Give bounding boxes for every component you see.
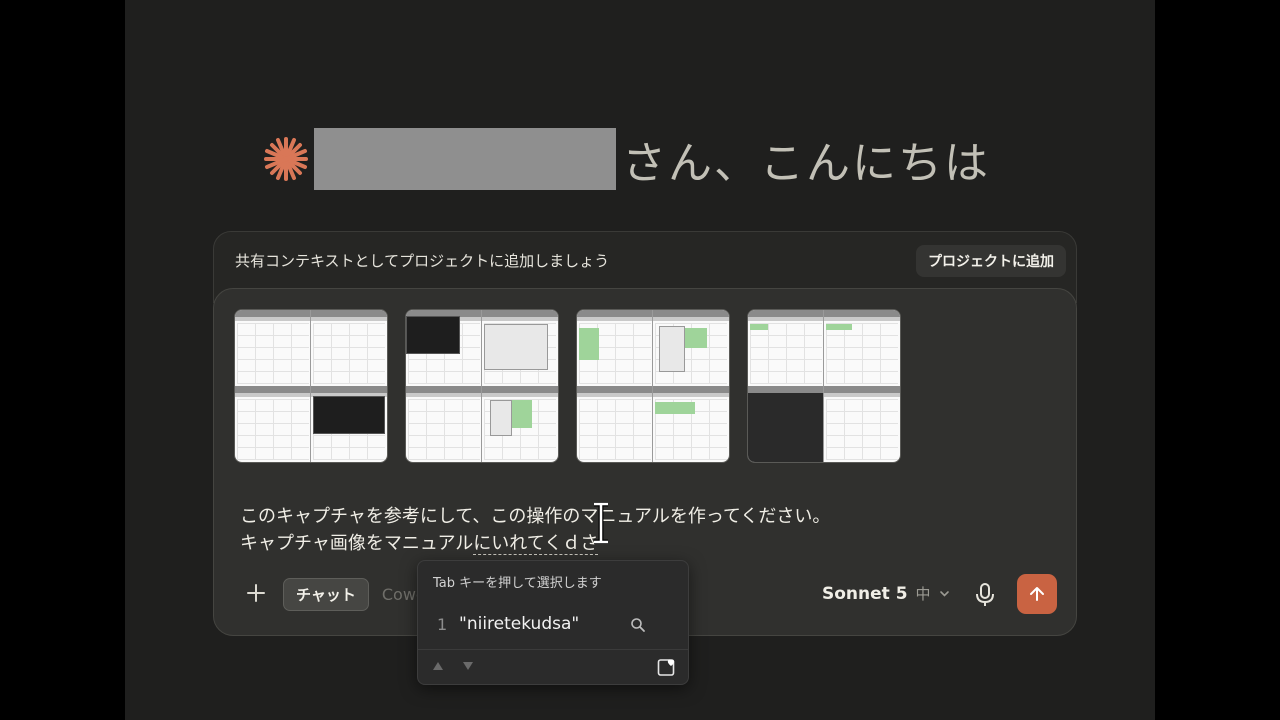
attachment-thumbnail-3[interactable]: [576, 309, 730, 463]
add-attachment-button[interactable]: [243, 580, 269, 606]
triangle-down-icon[interactable]: [462, 661, 474, 671]
ime-footer: [418, 649, 688, 685]
favorite-heart-icon[interactable]: [657, 657, 677, 677]
attachment-list: [234, 309, 901, 463]
ime-hint: Tab キーを押して選択します: [433, 576, 602, 591]
triangle-up-icon[interactable]: [432, 661, 444, 671]
attachment-thumbnail-1[interactable]: [234, 309, 388, 463]
ime-candidate-number: 1: [437, 615, 448, 634]
model-effort: 中: [915, 585, 931, 603]
message-input[interactable]: このキャプチャを参考にして、この操作のマニュアルを作ってください。 キャプチャ画…: [240, 503, 830, 557]
message-line-2: キャプチャ画像をマニュアルにいれてくｄさ: [240, 530, 830, 557]
model-name: Sonnet 5: [822, 583, 908, 604]
microphone-icon[interactable]: [974, 582, 996, 608]
mode-toggle: チャット Cowo: [283, 578, 426, 611]
ime-candidate-item[interactable]: 1 "niiretekudsa": [418, 605, 688, 645]
ibeam-cursor-icon: [594, 502, 608, 544]
add-to-project-button[interactable]: プロジェクトに追加: [916, 245, 1066, 277]
plus-icon: [247, 584, 265, 602]
greeting-text: さん、こんにちは: [622, 138, 990, 189]
chevron-down-icon: [939, 591, 949, 597]
search-icon[interactable]: [630, 617, 646, 633]
send-button[interactable]: [1017, 574, 1057, 614]
attachment-thumbnail-2[interactable]: [405, 309, 559, 463]
ime-candidate-window: Tab キーを押して選択します 1 "niiretekudsa": [417, 560, 689, 685]
greeting: さん、こんにちは: [262, 128, 990, 190]
ime-composition-text: にいれてくｄさ: [473, 533, 599, 555]
asterisk-icon: [264, 137, 308, 181]
redacted-username: [314, 128, 616, 190]
mode-chat-button[interactable]: チャット: [283, 578, 369, 611]
project-prompt-text: 共有コンテキストとしてプロジェクトに追加しましょう: [235, 252, 610, 270]
attachment-thumbnail-4[interactable]: [747, 309, 901, 463]
arrow-up-icon: [1030, 587, 1044, 601]
ime-candidate-text: "niiretekudsa": [459, 614, 580, 634]
model-selector[interactable]: Sonnet 5 中: [822, 583, 950, 604]
message-line-2-committed: キャプチャ画像をマニュアル: [240, 533, 474, 554]
message-line-1: このキャプチャを参考にして、この操作のマニュアルを作ってください。: [240, 506, 831, 527]
